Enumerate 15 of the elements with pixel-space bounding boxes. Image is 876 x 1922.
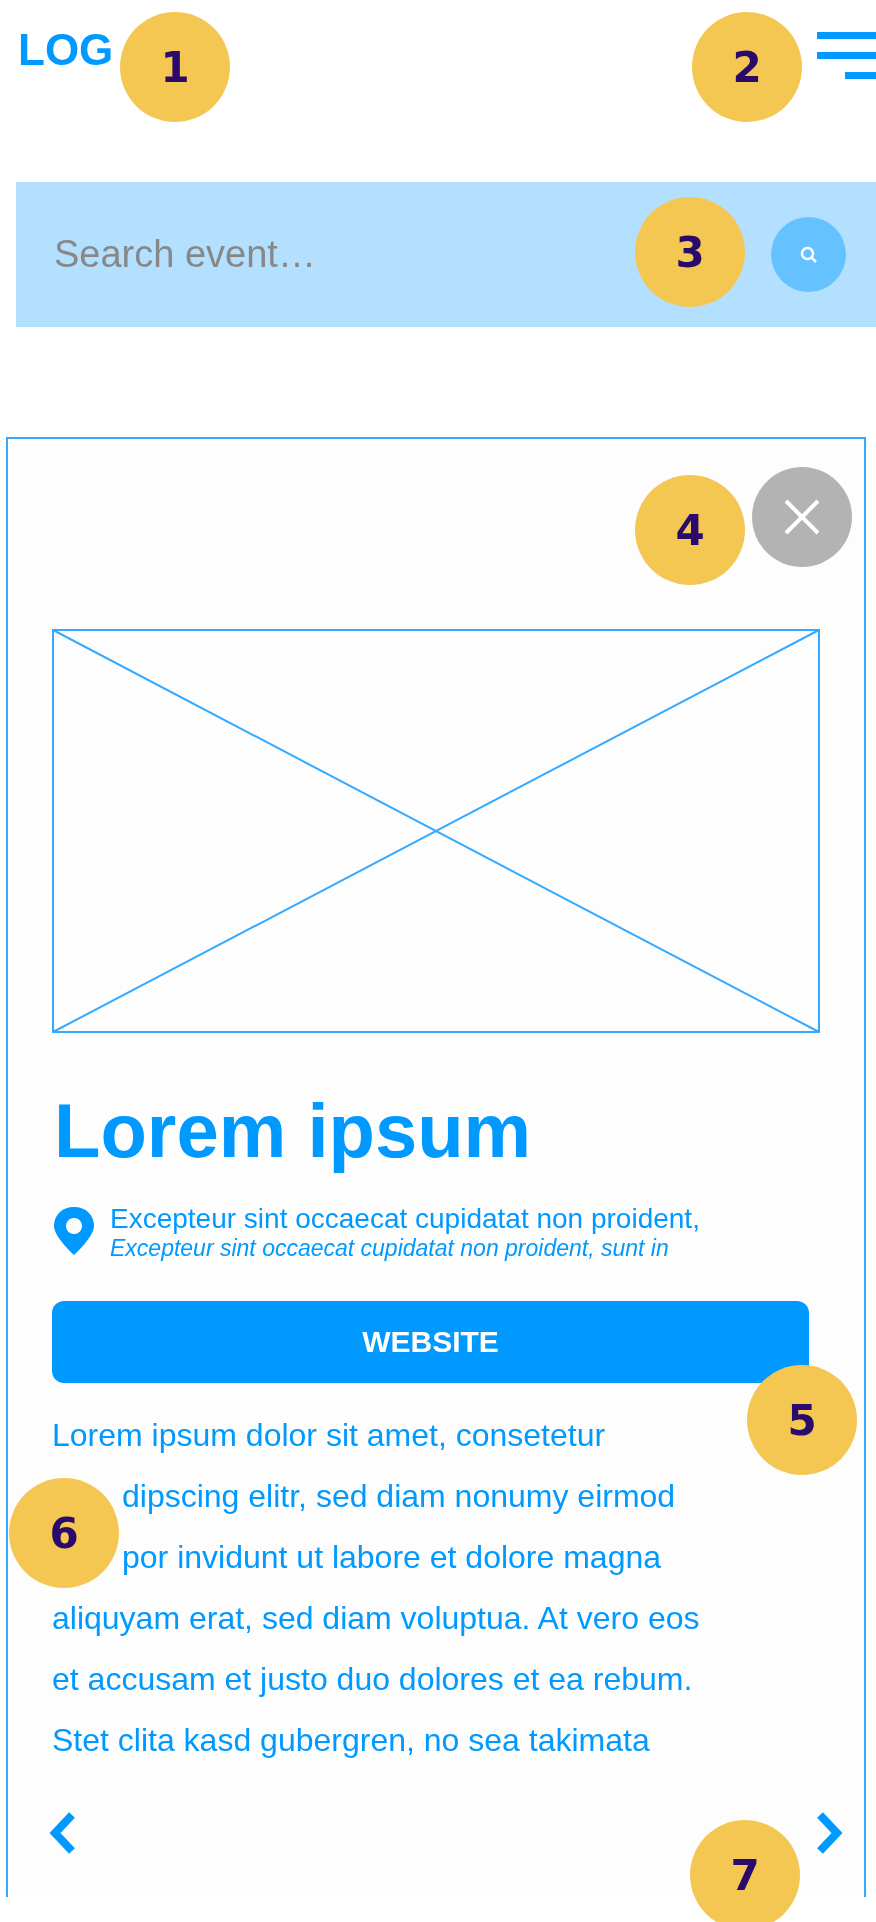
annotation-badge: 1 [120, 12, 230, 122]
description-line: Lorem ipsum dolor sit amet, consetetur [52, 1416, 606, 1455]
website-button[interactable]: WEBSITE [52, 1301, 809, 1383]
description-line: por invidunt ut labore et dolore magna [122, 1538, 661, 1577]
close-icon [782, 497, 822, 537]
description-line: et accusam et justo duo dolores et ea rebum. [52, 1660, 693, 1699]
logo[interactable]: LOG [18, 28, 114, 72]
description-line: dipscing elitr, sed diam nonumy eirmod [122, 1477, 676, 1516]
annotation-badge: 2 [692, 12, 802, 122]
description-line: aliquyam erat, sed diam voluptua. At vero eos [52, 1599, 700, 1638]
location-detail: Excepteur sint occaecat cupidatat non proident, sunt in [110, 1235, 670, 1261]
location-pin-icon [52, 1205, 96, 1257]
location-text: Excepteur sint occaecat cupidatat non proident, [110, 1203, 700, 1235]
search-icon [798, 244, 819, 265]
description-line: Stet clita kasd gubergren, no sea takimata [52, 1721, 650, 1760]
